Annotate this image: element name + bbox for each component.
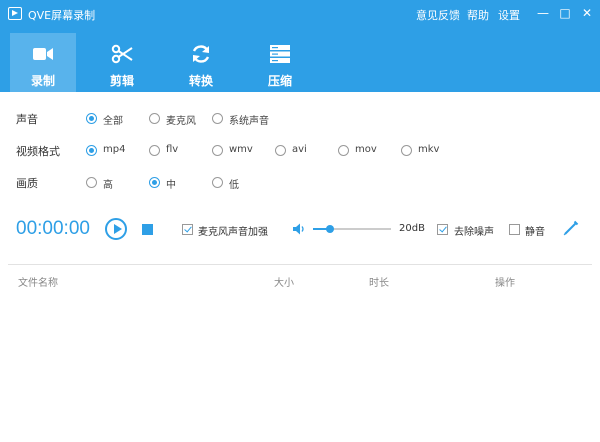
- format-mp4-label: mp4: [103, 144, 126, 155]
- mute-label: 静音: [525, 227, 545, 238]
- column-actions: 操作: [495, 278, 515, 289]
- tab-edit[interactable]: 剪辑: [89, 33, 155, 92]
- settings-link[interactable]: 设置: [498, 7, 520, 23]
- quality-high-radio[interactable]: [86, 177, 97, 188]
- volume-slider-knob[interactable]: [326, 225, 335, 233]
- quality-low-label: 低: [229, 180, 239, 191]
- feedback-link[interactable]: 意见反馈: [416, 7, 460, 23]
- format-mkv-radio[interactable]: [401, 145, 412, 156]
- minimize-button[interactable]: —: [536, 6, 550, 20]
- sound-mic-label: 麦克风: [166, 116, 196, 127]
- refresh-icon: [192, 45, 210, 63]
- column-size: 大小: [274, 278, 294, 289]
- close-button[interactable]: ✕: [580, 6, 594, 20]
- tab-edit-label: 剪辑: [109, 74, 134, 88]
- app-logo-icon: [8, 7, 22, 20]
- format-avi-label: avi: [292, 144, 307, 155]
- mute-checkbox[interactable]: [509, 224, 520, 235]
- format-wmv-label: wmv: [229, 144, 253, 155]
- column-file-name: 文件名称: [18, 278, 58, 289]
- quality-low-radio[interactable]: [212, 177, 223, 188]
- format-label: 视频格式: [16, 145, 60, 158]
- tab-compress-label: 压缩: [267, 74, 292, 88]
- tab-record[interactable]: 录制: [10, 33, 76, 92]
- volume-value: 20dB: [399, 223, 425, 234]
- recording-timer: 00:00:00: [16, 218, 90, 239]
- mic-boost-label: 麦克风声音加强: [198, 227, 268, 238]
- sound-label: 声音: [16, 113, 38, 126]
- app-title: QVE屏幕录制: [28, 9, 96, 22]
- noise-reduction-label: 去除噪声: [454, 227, 494, 238]
- mic-boost-checkbox[interactable]: [182, 224, 193, 235]
- tab-convert-label: 转换: [188, 74, 213, 88]
- format-flv-label: flv: [166, 144, 179, 155]
- format-flv-radio[interactable]: [149, 145, 160, 156]
- format-wmv-radio[interactable]: [212, 145, 223, 156]
- column-duration: 时长: [369, 278, 389, 289]
- maximize-button[interactable]: □: [558, 6, 572, 20]
- tab-convert[interactable]: 转换: [168, 33, 234, 92]
- file-table-header: 文件名称 大小 时长 操作: [8, 264, 592, 289]
- noise-reduction-checkbox[interactable]: [437, 224, 448, 235]
- tab-record-label: 录制: [30, 74, 55, 88]
- tab-compress[interactable]: 压缩: [247, 33, 313, 92]
- sound-system-label: 系统声音: [229, 116, 269, 127]
- stop-button[interactable]: [142, 224, 153, 235]
- volume-icon[interactable]: [292, 222, 306, 236]
- quality-medium-label: 中: [166, 180, 176, 191]
- format-mov-radio[interactable]: [338, 145, 349, 156]
- sound-all-radio[interactable]: [86, 113, 97, 124]
- format-mov-label: mov: [355, 144, 377, 155]
- help-link[interactable]: 帮助: [467, 7, 489, 23]
- sound-all-label: 全部: [103, 116, 123, 127]
- format-mp4-radio[interactable]: [86, 145, 97, 156]
- play-button[interactable]: [105, 218, 127, 240]
- quality-label: 画质: [16, 177, 38, 190]
- format-mkv-label: mkv: [418, 144, 440, 155]
- video-camera-icon: [33, 48, 53, 60]
- format-avi-radio[interactable]: [275, 145, 286, 156]
- quality-high-label: 高: [103, 180, 113, 191]
- header-bar: QVE屏幕录制 意见反馈 帮助 设置 — □ ✕ 录制 剪辑 转换 压缩: [0, 0, 600, 92]
- title-bar: QVE屏幕录制 意见反馈 帮助 设置 — □ ✕: [0, 0, 600, 28]
- sound-system-radio[interactable]: [212, 113, 223, 124]
- sound-mic-radio[interactable]: [149, 113, 160, 124]
- volume-slider[interactable]: [313, 225, 391, 233]
- quality-medium-radio[interactable]: [149, 177, 160, 188]
- pen-icon[interactable]: [562, 219, 580, 237]
- scissors-icon: [111, 44, 133, 64]
- compress-icon: [270, 45, 290, 63]
